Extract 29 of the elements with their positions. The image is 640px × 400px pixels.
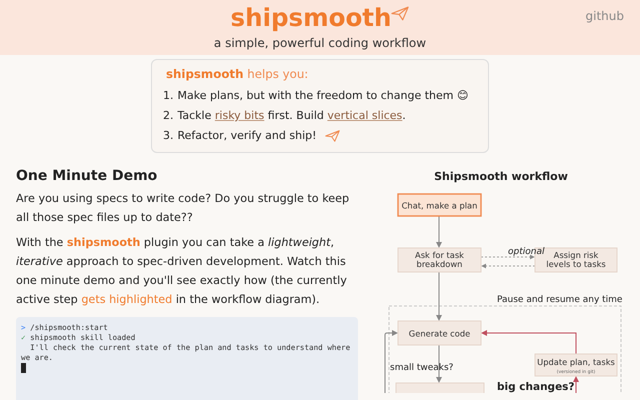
flow-arrow	[436, 216, 442, 248]
list-item-text: Make plans, but with the freedom to change them 😊	[178, 88, 468, 104]
flow-node: Chat, make a plan	[397, 193, 482, 217]
demo-paragraph: With the shipsmooth plugin you can take a lightweight, iterative approach to spec-driven development. Watch this one minute demo and you'll see exactly how (the currently active step gets highlighted in the workflow diagram).	[16, 235, 348, 308]
flow-label: big changes?	[497, 381, 575, 393]
list-number: 2.	[163, 108, 174, 124]
list-item-text: Refactor, verify and ship!	[178, 128, 317, 144]
paper-plane-icon	[391, 6, 410, 21]
paper-plane-icon	[324, 130, 340, 142]
demo-paragraph: Are you using specs to write code? Do you struggle to keep all those spec files up to date??	[16, 191, 350, 226]
flow-label: small tweaks?	[390, 363, 454, 373]
text-link[interactable]: risky bits	[214, 109, 264, 122]
change-arrow	[573, 376, 579, 393]
flow-label: optional	[508, 247, 544, 257]
flow-arrow	[436, 272, 442, 321]
intro-heading: shipsmooth helps you:	[166, 66, 310, 82]
flow-label: Pause and resume any time	[497, 295, 622, 305]
list-item-text: Tackle risky bits first. Build vertical slices.	[178, 108, 406, 124]
list-number: 1.	[163, 88, 174, 104]
list-number: 3.	[163, 128, 174, 144]
diagram-title: Shipsmooth workflow	[434, 170, 568, 183]
text-link[interactable]: vertical slices	[327, 109, 402, 122]
optional-arrows	[480, 254, 536, 268]
section-heading: One Minute Demo	[16, 167, 158, 186]
flow-node: Ask for task breakdown	[398, 248, 482, 272]
github-link[interactable]: github	[586, 9, 624, 23]
flow-node: Generate code	[398, 320, 482, 346]
site-subtitle: a simple, powerful coding workflow	[214, 35, 426, 51]
site-title: shipsmooth	[230, 2, 392, 34]
